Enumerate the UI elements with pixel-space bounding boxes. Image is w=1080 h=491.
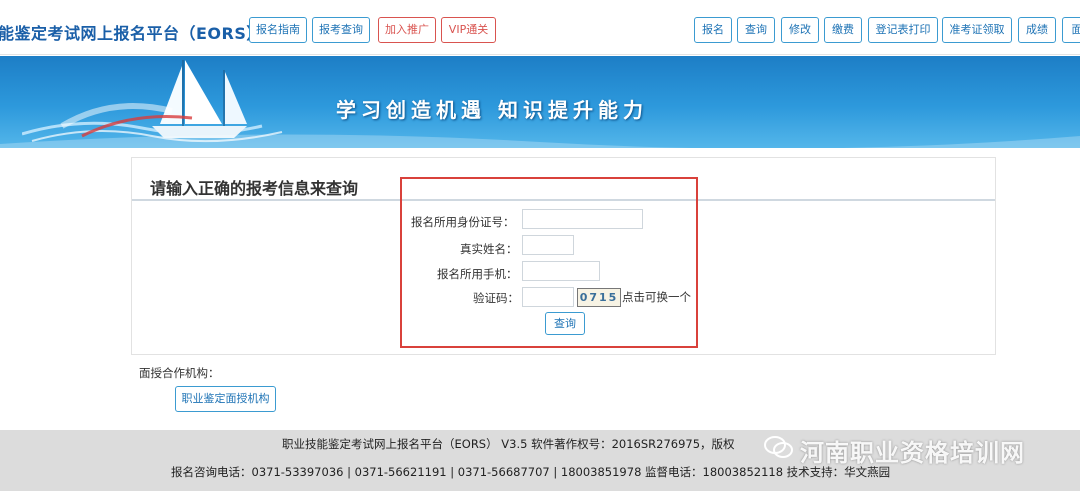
nav-query-button[interactable]: 查询	[737, 17, 775, 43]
nav-vip-button[interactable]: VIP通关	[441, 17, 496, 43]
phone-label: 报名所用手机：	[437, 267, 518, 281]
partner-label: 面授合作机构：	[139, 366, 220, 380]
captcha-label: 验证码：	[473, 291, 519, 305]
panel-title: 请输入正确的报考信息来查询	[150, 179, 359, 198]
captcha-refresh-hint[interactable]: 点击可换一个	[622, 289, 691, 305]
real-name-label: 真实姓名：	[460, 242, 518, 256]
nav-modify-button[interactable]: 修改	[781, 17, 819, 43]
nav-exam-query-button[interactable]: 报考查询	[312, 17, 370, 43]
nav-guide-button[interactable]: 报名指南	[249, 17, 307, 43]
footer-contact: 报名咨询电话：0371-53397036 | 0371-56621191 | 0…	[171, 465, 891, 479]
wechat-icon	[764, 436, 793, 458]
top-navigation-bar: 能鉴定考试网上报名平台（EORS） 报名指南 报考查询 加入推广 VIP通关 报…	[0, 0, 1080, 55]
banner-wave-decoration	[0, 134, 1080, 148]
footer-watermark: 河南职业资格培训网	[800, 439, 1025, 467]
page-footer: 职业技能鉴定考试网上报名平台（EORS） V3.5 软件著作权号：2016SR2…	[0, 430, 1080, 491]
phone-input[interactable]	[522, 261, 600, 281]
nav-scores-button[interactable]: 成绩	[1018, 17, 1056, 43]
query-submit-button[interactable]: 查询	[545, 312, 585, 335]
partner-institutions-button[interactable]: 职业鉴定面授机构	[175, 386, 276, 412]
nav-more-button[interactable]: 面	[1062, 17, 1080, 43]
nav-admission-ticket-button[interactable]: 准考证领取	[942, 17, 1012, 43]
footer-copyright: 职业技能鉴定考试网上报名平台（EORS） V3.5 软件著作权号：2016SR2…	[282, 437, 735, 451]
hero-banner: 学习创造机遇 知识提升能力	[0, 56, 1080, 148]
site-title: 能鉴定考试网上报名平台（EORS）	[0, 24, 263, 43]
nav-print-form-button[interactable]: 登记表打印	[868, 17, 938, 43]
id-number-input[interactable]	[522, 209, 643, 229]
captcha-image[interactable]: 0715	[577, 288, 621, 307]
nav-join-promotion-button[interactable]: 加入推广	[378, 17, 436, 43]
id-number-label: 报名所用身份证号：	[411, 215, 515, 229]
banner-slogan: 学习创造机遇 知识提升能力	[336, 98, 648, 122]
nav-register-button[interactable]: 报名	[694, 17, 732, 43]
captcha-input[interactable]	[522, 287, 574, 307]
real-name-input[interactable]	[522, 235, 574, 255]
nav-payment-button[interactable]: 缴费	[824, 17, 862, 43]
